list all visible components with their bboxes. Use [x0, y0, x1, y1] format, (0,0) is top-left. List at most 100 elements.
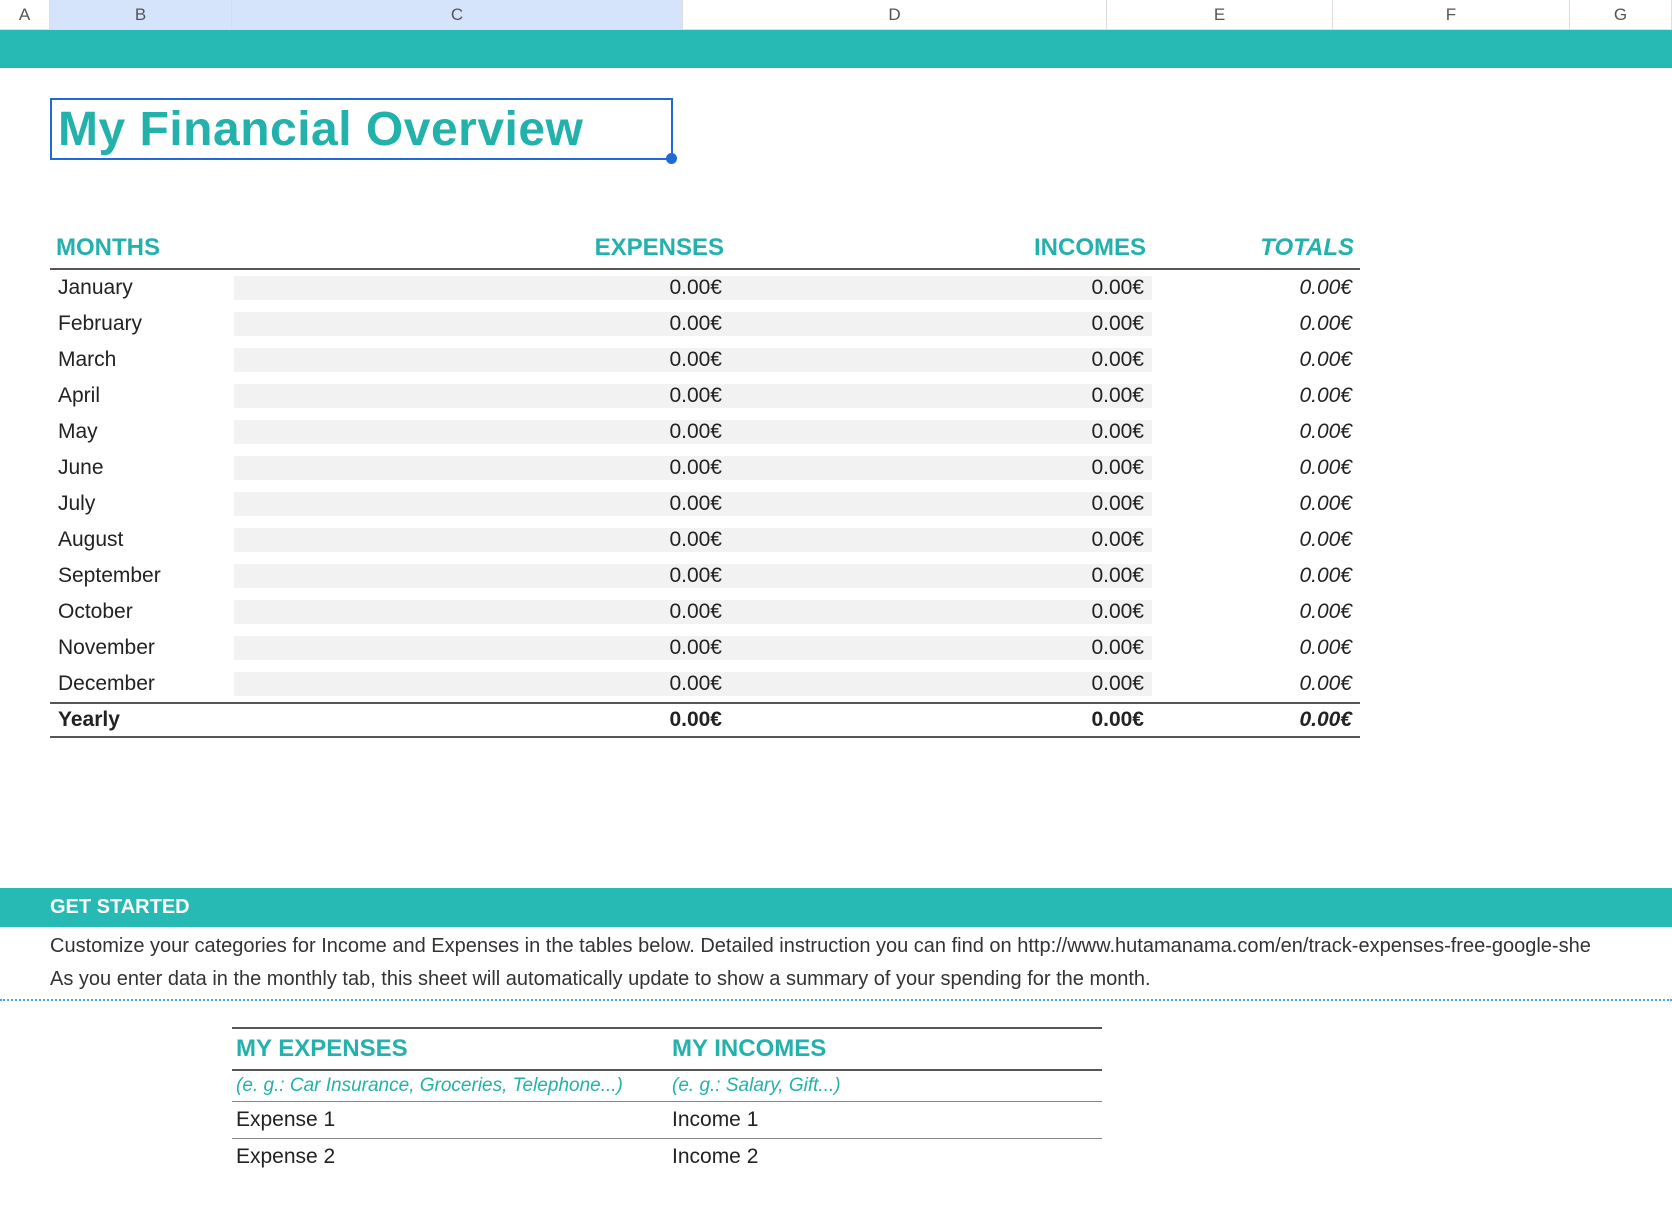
expense-cell[interactable]: 0.00€ [234, 276, 730, 300]
month-cell[interactable]: February [50, 312, 234, 336]
col-header-g[interactable]: G [1570, 0, 1672, 29]
yearly-expenses[interactable]: 0.00€ [234, 708, 730, 732]
income-category-cell[interactable]: Income 1 [668, 1102, 1102, 1138]
expense-cell[interactable]: 0.00€ [234, 348, 730, 372]
yearly-label[interactable]: Yearly [50, 708, 234, 732]
month-cell[interactable]: November [50, 636, 234, 660]
expense-cell[interactable]: 0.00€ [234, 420, 730, 444]
expense-cell[interactable]: 0.00€ [234, 564, 730, 588]
table-row: July0.00€0.00€0.00€ [50, 486, 1360, 522]
categories-hint-row: (e. g.: Car Insurance, Groceries, Teleph… [232, 1071, 1102, 1101]
expense-cell[interactable]: 0.00€ [234, 528, 730, 552]
income-cell[interactable]: 0.00€ [730, 492, 1152, 516]
expense-cell[interactable]: 0.00€ [234, 384, 730, 408]
total-cell[interactable]: 0.00€ [1152, 600, 1360, 624]
total-cell[interactable]: 0.00€ [1152, 456, 1360, 480]
month-cell[interactable]: July [50, 492, 234, 516]
title-block: My Financial Overview [50, 98, 1672, 180]
expense-cell[interactable]: 0.00€ [234, 600, 730, 624]
total-cell[interactable]: 0.00€ [1152, 492, 1360, 516]
month-cell[interactable]: August [50, 528, 234, 552]
total-cell[interactable]: 0.00€ [1152, 312, 1360, 336]
income-cell[interactable]: 0.00€ [730, 420, 1152, 444]
total-cell[interactable]: 0.00€ [1152, 384, 1360, 408]
dotted-divider [0, 999, 1672, 1001]
yearly-row: Yearly 0.00€ 0.00€ 0.00€ [50, 702, 1360, 738]
month-cell[interactable]: December [50, 672, 234, 696]
income-cell[interactable]: 0.00€ [730, 636, 1152, 660]
income-cell[interactable]: 0.00€ [730, 456, 1152, 480]
expense-category-cell[interactable]: Expense 2 [232, 1139, 668, 1175]
table-row: October0.00€0.00€0.00€ [50, 594, 1360, 630]
instruction-line-1[interactable]: Customize your categories for Income and… [0, 927, 1672, 960]
income-cell[interactable]: 0.00€ [730, 600, 1152, 624]
total-cell[interactable]: 0.00€ [1152, 636, 1360, 660]
sheet-body[interactable]: My Financial Overview MONTHS EXPENSES IN… [0, 30, 1672, 1175]
header-expenses[interactable]: EXPENSES [430, 230, 730, 268]
expense-cell[interactable]: 0.00€ [234, 672, 730, 696]
month-cell[interactable]: October [50, 600, 234, 624]
col-header-c[interactable]: C [232, 0, 683, 29]
yearly-total[interactable]: 0.00€ [1152, 708, 1360, 732]
table-row: November0.00€0.00€0.00€ [50, 630, 1360, 666]
income-cell[interactable]: 0.00€ [730, 276, 1152, 300]
expenses-hint: (e. g.: Car Insurance, Groceries, Teleph… [232, 1071, 668, 1101]
table-row: April0.00€0.00€0.00€ [50, 378, 1360, 414]
total-cell[interactable]: 0.00€ [1152, 528, 1360, 552]
total-cell[interactable]: 0.00€ [1152, 348, 1360, 372]
table-row: December0.00€0.00€0.00€ [50, 666, 1360, 702]
month-cell[interactable]: May [50, 420, 234, 444]
categories-header-row: MY EXPENSES MY INCOMES [232, 1027, 1102, 1071]
month-cell[interactable]: June [50, 456, 234, 480]
header-incomes[interactable]: INCOMES [730, 230, 1152, 268]
col-header-b[interactable]: B [50, 0, 232, 29]
month-cell[interactable]: April [50, 384, 234, 408]
incomes-hint: (e. g.: Salary, Gift...) [668, 1071, 1102, 1101]
income-category-cell[interactable]: Income 2 [668, 1139, 1102, 1175]
col-header-f[interactable]: F [1333, 0, 1570, 29]
total-cell[interactable]: 0.00€ [1152, 420, 1360, 444]
table-row: January0.00€0.00€0.00€ [50, 270, 1360, 306]
selection-handle[interactable] [666, 153, 677, 164]
total-cell[interactable]: 0.00€ [1152, 672, 1360, 696]
get-started-heading: GET STARTED [0, 888, 1672, 927]
overview-header-row: MONTHS EXPENSES INCOMES TOTALS [50, 230, 1360, 270]
col-header-a[interactable]: A [0, 0, 50, 29]
header-totals[interactable]: TOTALS [1152, 230, 1360, 268]
table-row: June0.00€0.00€0.00€ [50, 450, 1360, 486]
col-header-e[interactable]: E [1107, 0, 1333, 29]
month-cell[interactable]: March [50, 348, 234, 372]
total-cell[interactable]: 0.00€ [1152, 564, 1360, 588]
my-incomes-header[interactable]: MY INCOMES [668, 1029, 1102, 1069]
income-cell[interactable]: 0.00€ [730, 348, 1152, 372]
overview-table: MONTHS EXPENSES INCOMES TOTALS January0.… [50, 230, 1360, 738]
instruction-line-2[interactable]: As you enter data in the monthly tab, th… [0, 960, 1672, 993]
income-cell[interactable]: 0.00€ [730, 528, 1152, 552]
header-months[interactable]: MONTHS [50, 230, 430, 268]
my-expenses-header[interactable]: MY EXPENSES [232, 1029, 668, 1069]
category-row: Expense 2Income 2 [232, 1138, 1102, 1175]
table-row: March0.00€0.00€0.00€ [50, 342, 1360, 378]
month-cell[interactable]: September [50, 564, 234, 588]
income-cell[interactable]: 0.00€ [730, 564, 1152, 588]
yearly-incomes[interactable]: 0.00€ [730, 708, 1152, 732]
col-header-d[interactable]: D [683, 0, 1107, 29]
month-cell[interactable]: January [50, 276, 234, 300]
expense-category-cell[interactable]: Expense 1 [232, 1102, 668, 1138]
income-cell[interactable]: 0.00€ [730, 312, 1152, 336]
top-teal-band [0, 30, 1672, 68]
table-row: August0.00€0.00€0.00€ [50, 522, 1360, 558]
table-row: May0.00€0.00€0.00€ [50, 414, 1360, 450]
table-row: February0.00€0.00€0.00€ [50, 306, 1360, 342]
category-row: Expense 1Income 1 [232, 1101, 1102, 1138]
total-cell[interactable]: 0.00€ [1152, 276, 1360, 300]
income-cell[interactable]: 0.00€ [730, 384, 1152, 408]
income-cell[interactable]: 0.00€ [730, 672, 1152, 696]
expense-cell[interactable]: 0.00€ [234, 456, 730, 480]
expense-cell[interactable]: 0.00€ [234, 636, 730, 660]
table-row: September0.00€0.00€0.00€ [50, 558, 1360, 594]
selection-box[interactable] [50, 98, 673, 160]
expense-cell[interactable]: 0.00€ [234, 312, 730, 336]
categories-table: MY EXPENSES MY INCOMES (e. g.: Car Insur… [232, 1027, 1102, 1175]
expense-cell[interactable]: 0.00€ [234, 492, 730, 516]
